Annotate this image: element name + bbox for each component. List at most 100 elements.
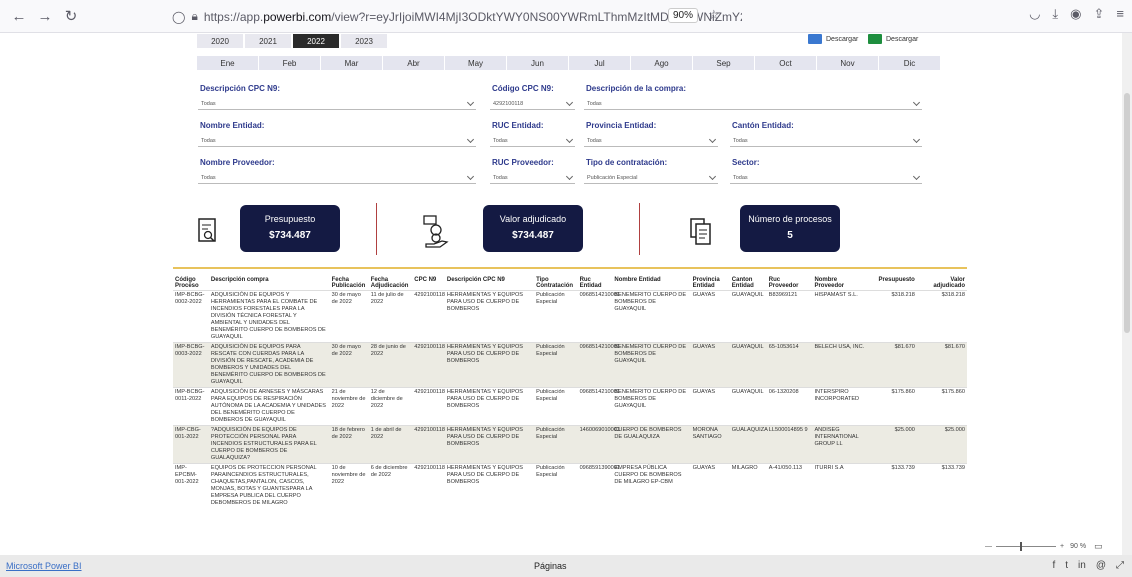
year-button[interactable]: 2020 [197,34,243,48]
share-bar: f t in @ ⤢ [1052,560,1124,571]
column-header[interactable]: Nombre Entidad [612,276,690,291]
filter-dropdown-desc-cpc[interactable]: Todas [198,98,476,110]
column-header[interactable]: Descripción CPC N9 [445,276,534,291]
month-button[interactable]: Mar [321,56,382,70]
zoom-slider-knob[interactable] [1020,542,1022,551]
download-icon[interactable]: ⤓ [1052,6,1058,22]
table-cell: 0968514210001 [579,388,621,395]
column-header[interactable]: Tipo Contratación [534,276,578,291]
table-row[interactable]: IMP-CBG-001-2022 ?ADQUISICIÓN DE EQUIPOS … [173,425,967,464]
twitter-icon[interactable]: t [1065,560,1068,571]
table-cell: GUAYAQUIL [729,342,767,388]
filter-dropdown-tipo[interactable]: Publicación Especial [584,172,718,184]
column-header[interactable]: Ruc Entidad [578,276,613,291]
table-cell: 1 de abril de 2022 [368,425,413,464]
download-button-1[interactable]: Descargar [808,34,858,44]
kpi-value-numero-procesos: 5 [787,230,793,241]
column-header[interactable]: CPC N9 [412,276,445,291]
chevron-down-icon [466,98,475,107]
year-button[interactable]: 2022 [293,34,339,48]
table-cell: ?ADQUISICIÓN DE EQUIPOS DE PROTECCIÓN PE… [208,425,330,464]
download-label-2: Descargar [886,35,919,43]
download-doc-icon [808,34,822,44]
column-header[interactable]: Fecha Adjudicación [369,276,413,291]
table-row[interactable]: IMP-BCBG-0011-2022 ADQUISICIÓN DE ARNESES… [173,387,967,425]
filter-label-ruc-proveedor: RUC Proveedor: [492,158,554,167]
year-button[interactable]: 2023 [341,34,387,48]
filter-dropdown-desc-compra[interactable]: Todas [584,98,922,110]
browser-zoom-badge[interactable]: 90% [668,8,699,23]
table-cell: GUAYAS [692,388,716,395]
download-button-2[interactable]: Descargar [868,34,918,44]
column-header[interactable]: Presupuesto [867,276,917,291]
fullscreen-icon[interactable]: ⤢ [1116,560,1124,571]
zoom-out-icon[interactable]: — [985,543,992,550]
table-cell: $25.000 [866,425,917,464]
scrollbar-thumb[interactable] [1124,93,1130,333]
zoom-in-icon[interactable]: + [1060,543,1064,550]
filter-dropdown-entidad[interactable]: Todas [198,135,476,147]
table-cell: GUAYAS [690,342,730,388]
account-icon[interactable]: ◉ [1070,6,1081,22]
back-icon[interactable]: ← [6,3,32,29]
month-button[interactable]: Feb [259,56,320,70]
month-button[interactable]: Abr [383,56,444,70]
month-button[interactable]: Nov [817,56,878,70]
table-cell: CUERPO DE BOMBEROS DE GUALAQUIZA [612,425,691,464]
month-button[interactable]: Ago [631,56,692,70]
table-cell: HISPAMAST S.L. [814,292,858,298]
year-button[interactable]: 2021 [245,34,291,48]
powerbi-brand-link[interactable]: Microsoft Power BI [6,561,82,571]
column-header[interactable]: Canton Entidad [730,276,767,291]
table-cell: Publicación Especial [536,388,565,402]
column-header[interactable]: Ruc Proveedor [767,276,813,291]
table-cell: ITURRI S.A [814,464,844,471]
vertical-scrollbar[interactable] [1122,33,1132,555]
month-button[interactable]: Jun [507,56,568,70]
reload-icon[interactable]: ↻ [58,3,84,29]
facebook-icon[interactable]: f [1052,560,1055,571]
filter-dropdown-sector[interactable]: Todas [730,172,922,184]
report-zoom-control[interactable]: — + 90 % ▭ [985,541,1103,552]
month-button[interactable]: Jul [569,56,630,70]
filter-dropdown-proveedor[interactable]: Todas [198,172,476,184]
month-button[interactable]: Oct [755,56,816,70]
address-bar[interactable]: ◯ 🔒︎ https://app. powerbi.com/view?r=eyJr… [172,5,742,28]
filter-dropdown-cod-cpc[interactable]: 4292100118 [490,98,575,110]
table-cell: HERRAMIENTAS Y EQUIPOS PARA USO DE CUERP… [444,342,535,388]
table-row[interactable]: IMP-BCBG-0002-2022 ADQUISICIÓN DE EQUIPOS… [173,290,967,343]
column-header[interactable]: Código Proceso [173,276,209,291]
table-row[interactable]: IMP-EPCBM-001-2022 EQUIPOS DE PROTECCION … [173,463,967,507]
filter-dropdown-ruc-proveedor[interactable]: Todas [490,172,575,184]
filter-dropdown-canton[interactable]: Todas [730,135,922,147]
table-row[interactable]: IMP-BCBG-0003-2022 ADQUISICIÓN DE EQUIPOS… [173,342,967,388]
linkedin-icon[interactable]: in [1078,560,1086,571]
filter-value-ruc-entidad: Todas [493,137,508,144]
month-button[interactable]: May [445,56,506,70]
table-cell: GUALAQUIZA [729,425,768,464]
email-share-icon[interactable]: @ [1096,560,1106,571]
column-header[interactable]: Descripción compra [209,276,330,291]
column-header[interactable]: Nombre Proveedor [812,276,866,291]
filter-dropdown-ruc-entidad[interactable]: Todas [490,135,575,147]
pages-button[interactable]: Páginas [534,561,567,571]
pocket-icon[interactable]: ◡ [1029,6,1040,22]
kpi-title-presupuesto: Presupuesto [264,214,316,224]
column-header[interactable]: Provincia Entidad [691,276,730,291]
share-icon[interactable]: ⇪ [1094,6,1105,22]
table-header-row: Código Proceso Descripción compra Fecha Pu… [173,276,967,291]
month-button[interactable]: Sep [693,56,754,70]
month-button[interactable]: Ene [197,56,258,70]
filter-value-sector: Todas [733,174,748,181]
filter-label-sector: Sector: [732,158,760,167]
column-header[interactable]: Fecha Publicación [330,276,369,291]
column-header[interactable]: Valor adjudicado [917,276,967,291]
zoom-slider[interactable] [996,542,1056,551]
filter-dropdown-provincia[interactable]: Todas [584,135,718,147]
month-button[interactable]: Dic [879,56,940,70]
fit-to-page-icon[interactable]: ▭ [1094,541,1103,552]
bookmark-star-icon[interactable]: ☆ [708,7,720,23]
menu-icon[interactable]: ≡ [1116,6,1124,22]
forward-icon[interactable]: → [32,3,58,29]
table-cell: $133.739 [941,464,965,471]
